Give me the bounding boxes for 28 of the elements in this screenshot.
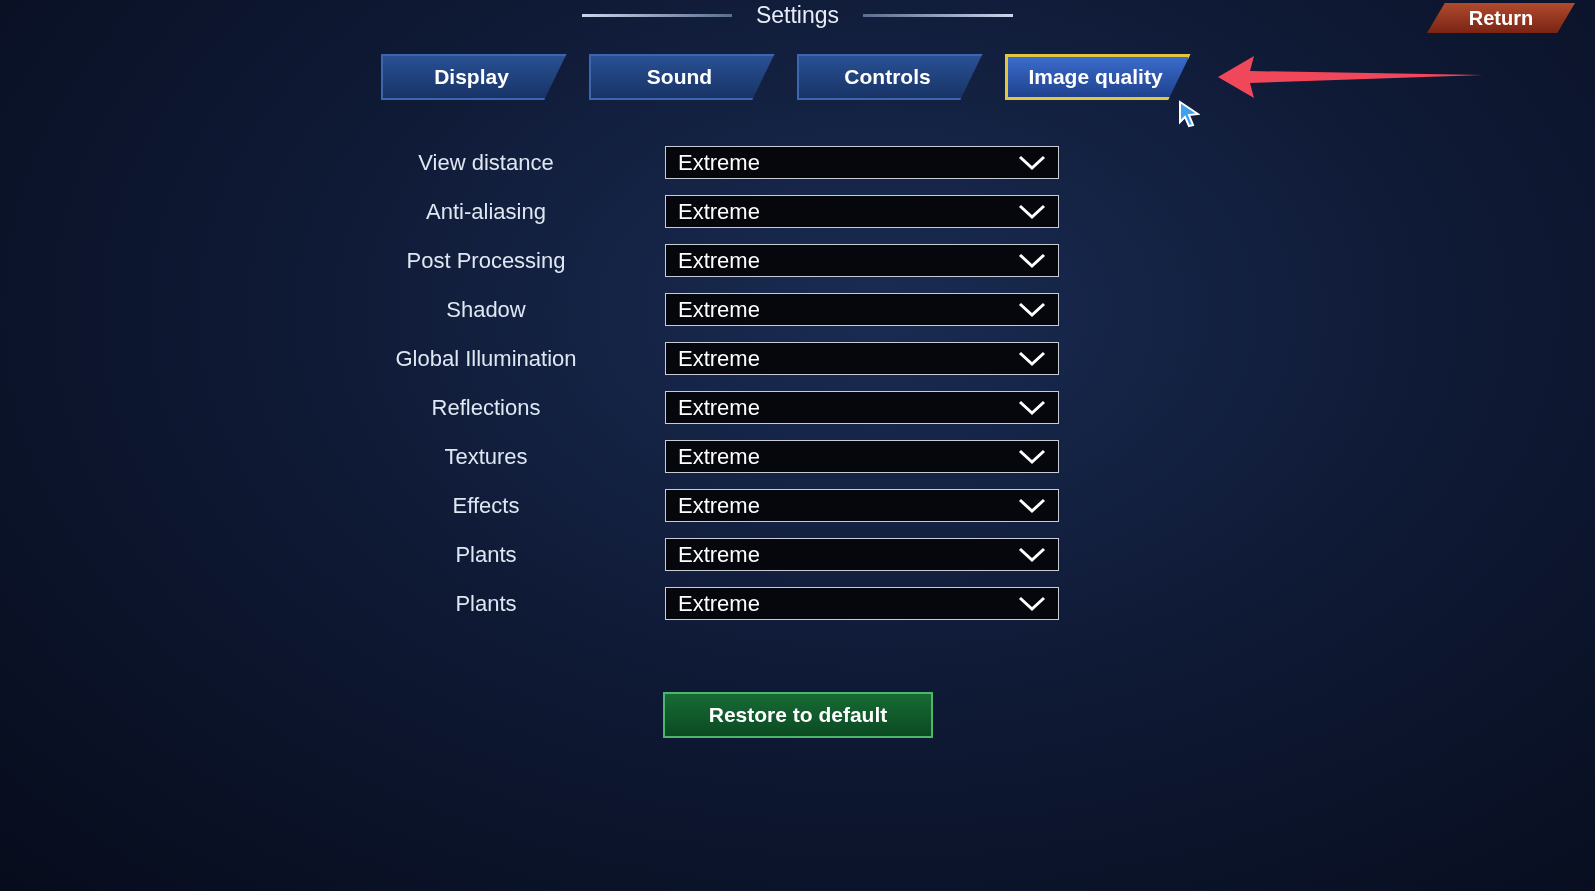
chevron-down-icon [1018, 399, 1046, 416]
chevron-down-icon [1018, 203, 1046, 220]
dropdown[interactable]: Extreme [665, 146, 1059, 179]
dropdown[interactable]: Extreme [665, 342, 1059, 375]
dropdown[interactable]: Extreme [665, 195, 1059, 228]
screen-title: Settings [755, 1, 840, 29]
return-button[interactable]: Return [1427, 3, 1575, 33]
tab[interactable]: Sound [588, 54, 775, 100]
chevron-down-icon [1018, 350, 1046, 367]
dropdown[interactable]: Extreme [665, 391, 1059, 424]
chevron-down-icon [1018, 301, 1046, 318]
chevron-down-icon [1018, 154, 1046, 171]
dropdown[interactable]: Extreme [665, 440, 1059, 473]
dropdown[interactable]: Extreme [665, 293, 1059, 326]
chevron-down-icon [1018, 546, 1046, 563]
dropdown[interactable]: Extreme [665, 489, 1059, 522]
dropdown[interactable]: Extreme [665, 587, 1059, 620]
tab[interactable]: Controls [796, 54, 983, 100]
dropdown[interactable]: Extreme [665, 538, 1059, 571]
tab[interactable]: Display [380, 54, 567, 100]
chevron-down-icon [1018, 595, 1046, 612]
chevron-down-icon [1018, 497, 1046, 514]
tab[interactable]: Image quality [1004, 54, 1191, 100]
cursor-icon [1178, 100, 1200, 128]
dropdown[interactable]: Extreme [665, 244, 1059, 277]
restore-default-button[interactable]: Restore to default [663, 692, 933, 738]
chevron-down-icon [1018, 252, 1046, 269]
chevron-down-icon [1018, 448, 1046, 465]
